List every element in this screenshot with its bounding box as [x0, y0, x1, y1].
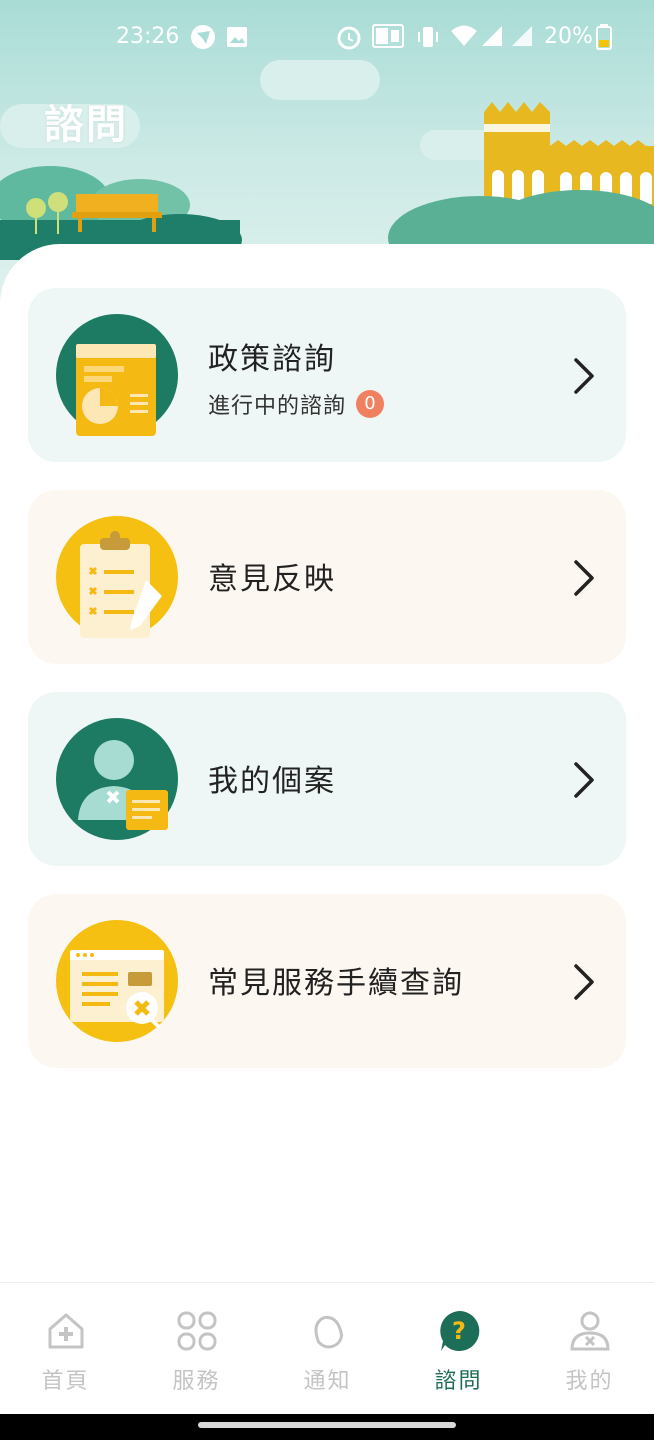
- card-title: 政策諮詢: [208, 342, 336, 377]
- services-icon: [177, 1311, 217, 1351]
- home-icon: [48, 1313, 84, 1349]
- svg-text:?: ?: [452, 1317, 466, 1345]
- signal-icon: [512, 26, 532, 46]
- nav-label: 通知: [303, 1369, 352, 1394]
- card-policy-consultation[interactable]: 政策諮詢 進行中的諮詢 0: [28, 288, 626, 462]
- card-feedback[interactable]: 意見反映: [28, 490, 626, 664]
- nav-label: 首頁: [41, 1369, 90, 1394]
- service-search-icon: [56, 920, 178, 1042]
- vibrate-icon: [418, 27, 438, 47]
- battery-icon: [596, 24, 612, 50]
- bell-icon: [314, 1315, 344, 1349]
- battery-percent: 20%: [544, 24, 593, 49]
- bottom-nav: 首頁 服務 通知 ? 諮問 我的: [0, 1282, 654, 1414]
- chevron-right-icon: [574, 762, 594, 798]
- card-my-cases[interactable]: 我的個案: [28, 692, 626, 866]
- profile-icon: [570, 1311, 610, 1351]
- alarm-icon: [337, 26, 361, 50]
- card-subtitle: 進行中的諮詢 0: [208, 388, 385, 420]
- question-icon: ?: [440, 1310, 480, 1351]
- count-badge: 0: [356, 390, 385, 418]
- card-service-procedures[interactable]: 常見服務手續查詢: [28, 894, 626, 1068]
- nav-label: 諮問: [434, 1369, 483, 1394]
- ongoing-consultation-label: 進行中的諮詢: [208, 394, 347, 419]
- page-title: 諮問: [44, 102, 128, 148]
- nav-item-consultation[interactable]: ? 諮問: [393, 1283, 524, 1415]
- chevron-right-icon: [574, 358, 594, 394]
- volte-icon: [372, 24, 404, 48]
- image-icon: [227, 27, 247, 47]
- signal-icon: [482, 26, 502, 46]
- send-icon: [191, 25, 215, 49]
- card-title: 我的個案: [208, 764, 336, 799]
- nav-label: 服務: [172, 1369, 221, 1394]
- user-case-icon: [56, 718, 178, 840]
- chevron-right-icon: [574, 964, 594, 1000]
- card-title: 意見反映: [208, 562, 336, 597]
- policy-chart-icon: [56, 314, 178, 436]
- status-bar: 23:26 20%: [0, 0, 654, 72]
- status-time: 23:26: [116, 24, 180, 49]
- card-title: 常見服務手續查詢: [208, 966, 464, 1001]
- clipboard-icon: [56, 516, 178, 638]
- nav-item-home[interactable]: 首頁: [0, 1283, 131, 1415]
- home-gesture-handle[interactable]: [198, 1422, 456, 1428]
- nav-item-notifications[interactable]: 通知: [262, 1283, 393, 1415]
- wifi-icon: [451, 25, 477, 46]
- nav-item-services[interactable]: 服務: [131, 1283, 262, 1415]
- nav-item-profile[interactable]: 我的: [524, 1283, 654, 1415]
- nav-label: 我的: [565, 1369, 614, 1394]
- chevron-right-icon: [574, 560, 594, 596]
